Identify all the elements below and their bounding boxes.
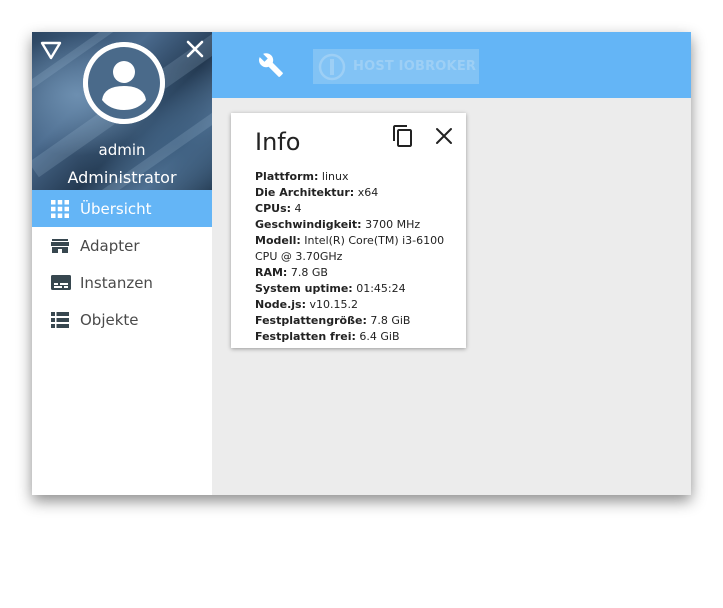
sidebar-item-objekte[interactable]: Objekte <box>32 301 212 338</box>
sidebar-item-label: Übersicht <box>80 199 152 218</box>
info-list: Plattform: linux Die Architektur: x64 CP… <box>255 169 455 345</box>
close-card-icon[interactable] <box>433 125 455 147</box>
info-row-disk-free: Festplatten frei: 6.4 GiB <box>255 330 400 343</box>
instances-icon <box>51 274 71 292</box>
user-role: Administrator <box>67 168 177 187</box>
close-drawer-icon[interactable] <box>184 38 206 60</box>
info-row-speed: Geschwindigkeit: 3700 MHz <box>255 218 421 231</box>
info-row-nodejs: Node.js: v10.15.2 <box>255 298 358 311</box>
iobroker-logo-icon <box>318 53 346 81</box>
list-icon <box>51 311 69 329</box>
info-card: Info Plattform: linux Die Architektur: x… <box>231 113 466 348</box>
sidebar-item-label: Instanzen <box>80 273 153 292</box>
wrench-icon[interactable] <box>258 52 284 78</box>
host-label: HOST IOBROKER <box>353 59 477 74</box>
host-selector-button[interactable]: HOST IOBROKER <box>313 49 479 84</box>
user-avatar-icon <box>83 42 165 124</box>
user-name: admin <box>98 141 146 159</box>
store-icon <box>51 237 69 255</box>
sidebar-nav: Übersicht Adapter Instanzen Objekte <box>32 190 212 338</box>
profile-header: admin Administrator <box>32 32 212 190</box>
sidebar: admin Administrator Übersicht Adapter In… <box>32 32 212 495</box>
sidebar-item-instanzen[interactable]: Instanzen <box>32 264 212 301</box>
sidebar-item-label: Objekte <box>80 310 139 329</box>
info-row-uptime: System uptime: 01:45:24 <box>255 282 406 295</box>
sidebar-item-uebersicht[interactable]: Übersicht <box>32 190 212 227</box>
info-row-platform: Plattform: linux <box>255 170 349 183</box>
info-row-disk-size: Festplattengröße: 7.8 GiB <box>255 314 411 327</box>
info-row-model: Modell: Intel(R) Core(TM) i3-6100 CPU @ … <box>255 234 445 263</box>
info-row-cpus: CPUs: 4 <box>255 202 302 215</box>
sidebar-item-adapter[interactable]: Adapter <box>32 227 212 264</box>
info-card-title: Info <box>255 128 301 156</box>
app-window: admin Administrator Übersicht Adapter In… <box>32 32 691 495</box>
sidebar-item-label: Adapter <box>80 236 140 255</box>
apps-grid-icon <box>51 199 69 218</box>
copy-icon[interactable] <box>391 124 415 148</box>
collapse-menu-icon[interactable] <box>40 40 62 60</box>
info-row-ram: RAM: 7.8 GB <box>255 266 328 279</box>
info-row-architecture: Die Architektur: x64 <box>255 186 379 199</box>
avatar <box>83 42 165 124</box>
top-toolbar: HOST IOBROKER <box>212 32 691 98</box>
